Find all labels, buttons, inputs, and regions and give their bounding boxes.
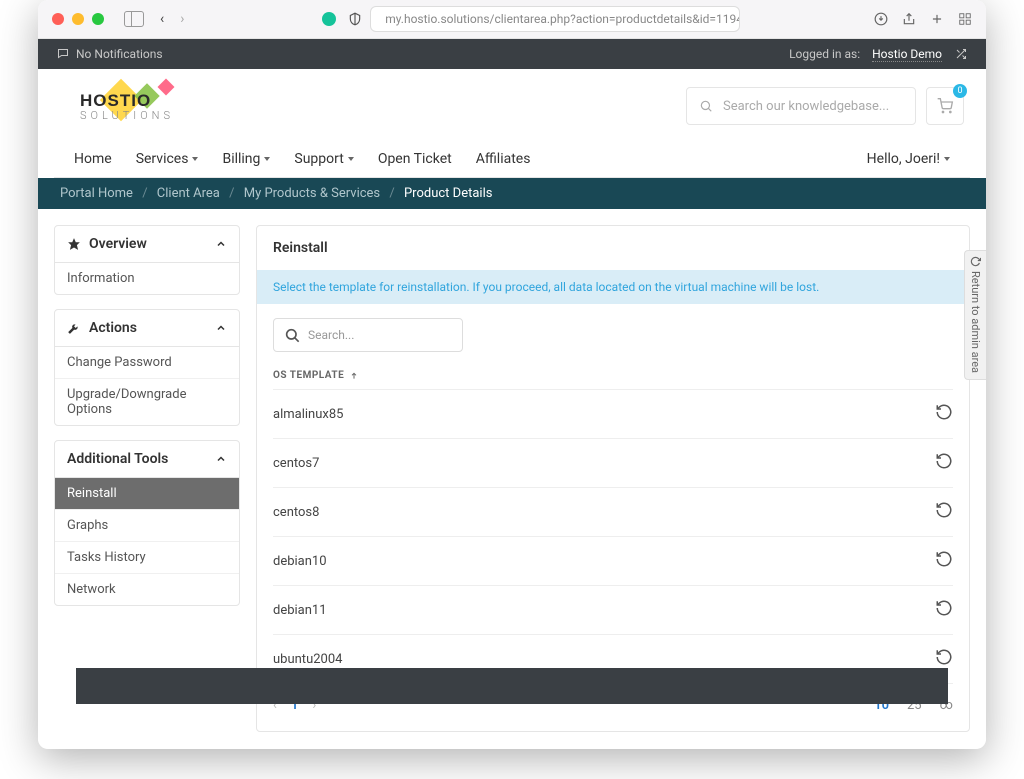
os-template-name: ubuntu2004 [273, 652, 342, 667]
reinstall-action-icon[interactable] [935, 648, 953, 670]
nav-open-ticket[interactable]: Open Ticket [378, 141, 452, 177]
reinstall-action-icon[interactable] [935, 501, 953, 523]
logged-in-label: Logged in as: [789, 47, 860, 61]
os-template-name: debian10 [273, 554, 327, 569]
url-bar[interactable]: my.hostio.solutions/clientarea.php?actio… [370, 6, 740, 32]
os-template-row[interactable]: almalinux85 [273, 389, 953, 438]
sidebar-item-network[interactable]: Network [55, 574, 239, 605]
reinstall-action-icon[interactable] [935, 550, 953, 572]
return-to-admin-tab[interactable]: Return to admin area [964, 250, 986, 380]
chevron-down-icon [264, 157, 270, 161]
os-template-name: centos8 [273, 505, 319, 520]
nav-services[interactable]: Services [136, 141, 199, 177]
breadcrumb-current: Product Details [404, 186, 492, 201]
close-window-button[interactable] [52, 13, 64, 25]
sidebar-item-graphs[interactable]: Graphs [55, 510, 239, 542]
cart-button[interactable]: 0 [926, 87, 964, 125]
chevron-down-icon [348, 157, 354, 161]
refresh-icon [970, 256, 981, 267]
nav-home[interactable]: Home [74, 141, 112, 177]
sidebar-item-information[interactable]: Information [55, 263, 239, 294]
wrench-icon [67, 321, 81, 335]
chevron-down-icon [192, 157, 198, 161]
search-icon [699, 99, 713, 113]
panel-additional-tools: Additional Tools Reinstall Graphs Tasks … [54, 440, 240, 606]
reinstall-action-icon[interactable] [935, 452, 953, 474]
chevron-up-icon [215, 238, 227, 250]
company-logo[interactable]: HOSTIO SOLUTIONS [60, 81, 200, 131]
panel-actions: Actions Change Password Upgrade/Downgrad… [54, 309, 240, 426]
os-template-name: debian11 [273, 603, 327, 618]
url-text: my.hostio.solutions/clientarea.php?actio… [385, 12, 740, 26]
os-template-row[interactable]: debian10 [273, 536, 953, 585]
grammarly-extension-icon[interactable] [322, 12, 336, 26]
knowledgebase-search[interactable]: Search our knowledgebase... [686, 87, 916, 125]
sidebar-item-tasks-history[interactable]: Tasks History [55, 542, 239, 574]
minimize-window-button[interactable] [72, 13, 84, 25]
plus-icon[interactable] [930, 12, 944, 26]
sidebar-item-upgrade-downgrade[interactable]: Upgrade/Downgrade Options [55, 379, 239, 425]
sidebar-item-reinstall[interactable]: Reinstall [55, 478, 239, 510]
os-template-row[interactable]: centos8 [273, 487, 953, 536]
panel-overview-header[interactable]: Overview [55, 226, 239, 263]
panel-tools-header[interactable]: Additional Tools [55, 441, 239, 478]
breadcrumb-products-services[interactable]: My Products & Services [244, 186, 380, 201]
sidebar: Overview Information Actions Change Pass… [54, 225, 240, 606]
panel-overview: Overview Information [54, 225, 240, 295]
download-icon[interactable] [874, 12, 888, 26]
os-template-row[interactable]: centos7 [273, 438, 953, 487]
reinstall-action-icon[interactable] [935, 599, 953, 621]
cart-badge: 0 [953, 84, 967, 98]
panel-actions-header[interactable]: Actions [55, 310, 239, 347]
forward-button: › [176, 11, 188, 27]
card-title: Reinstall [257, 226, 969, 270]
shield-icon[interactable] [348, 12, 362, 26]
traffic-lights [52, 13, 104, 25]
os-template-row[interactable]: debian11 [273, 585, 953, 634]
nav-user-menu[interactable]: Hello, Joeri! [867, 141, 950, 177]
star-icon [67, 237, 81, 251]
shuffle-icon[interactable] [954, 48, 968, 60]
main-nav: Home Services Billing Support Open Ticke… [54, 141, 970, 178]
maximize-window-button[interactable] [92, 13, 104, 25]
nav-billing[interactable]: Billing [222, 141, 270, 177]
os-template-name: centos7 [273, 456, 319, 471]
tabs-icon[interactable] [958, 12, 972, 26]
breadcrumb: Portal Home / Client Area / My Products … [38, 178, 986, 209]
breadcrumb-portal-home[interactable]: Portal Home [60, 186, 133, 201]
back-button[interactable]: ‹ [156, 11, 168, 27]
share-icon[interactable] [902, 12, 916, 26]
notifications-icon [56, 48, 70, 60]
logged-in-user-link[interactable]: Hostio Demo [872, 47, 942, 62]
notifications-text[interactable]: No Notifications [76, 47, 163, 61]
template-search-input[interactable]: Search... [273, 318, 463, 352]
os-template-name: almalinux85 [273, 407, 343, 422]
sidebar-item-change-password[interactable]: Change Password [55, 347, 239, 379]
search-icon [284, 327, 300, 343]
browser-chrome: ‹ › my.hostio.solutions/clientarea.php?a… [38, 0, 986, 39]
reinstall-action-icon[interactable] [935, 403, 953, 425]
chevron-up-icon [215, 322, 227, 334]
reinstall-warning-alert: Select the template for reinstallation. … [257, 270, 969, 304]
topbar: No Notifications Logged in as: Hostio De… [38, 39, 986, 69]
sort-ascending-icon [350, 371, 358, 381]
chevron-up-icon [215, 453, 227, 465]
nav-affiliates[interactable]: Affiliates [476, 141, 531, 177]
main-card: Reinstall Select the template for reinst… [256, 225, 970, 732]
footer [76, 668, 948, 704]
breadcrumb-client-area[interactable]: Client Area [157, 186, 220, 201]
chevron-down-icon [944, 157, 950, 161]
nav-support[interactable]: Support [294, 141, 353, 177]
os-template-column-header[interactable]: OS TEMPLATE [273, 370, 953, 381]
cart-icon [936, 98, 954, 114]
site-header: HOSTIO SOLUTIONS Search our knowledgebas… [38, 69, 986, 178]
sidebar-toggle-icon[interactable] [124, 11, 144, 27]
